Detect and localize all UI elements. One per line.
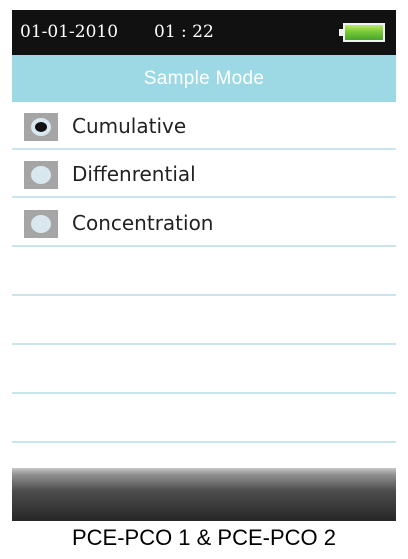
device-caption: PCE-PCO 1 & PCE-PCO 2 xyxy=(71,525,337,550)
empty-list-row xyxy=(12,248,396,296)
empty-list-row xyxy=(12,297,396,345)
radio-selected-icon[interactable] xyxy=(24,113,58,141)
option-label-diffenrential: Diffenrential xyxy=(72,162,196,186)
device-screen: 01-01-2010 01 : 22 Sample Mode Cumulativ… xyxy=(12,10,396,521)
option-label-cumulative: Cumulative xyxy=(72,114,187,138)
radio-unselected-icon[interactable] xyxy=(24,210,58,238)
option-concentration[interactable]: Concentration xyxy=(12,199,396,247)
screen-title: Sample Mode xyxy=(143,68,265,89)
option-label-concentration: Concentration xyxy=(72,211,214,235)
sample-mode-menu: Cumulative Diffenrential Concentration xyxy=(12,102,396,468)
status-bar: 01-01-2010 01 : 22 xyxy=(12,10,396,55)
bottom-bar xyxy=(12,468,396,521)
header-bar: Sample Mode xyxy=(12,55,396,102)
empty-list-row xyxy=(12,346,396,394)
option-diffenrential[interactable]: Diffenrential xyxy=(12,150,396,198)
battery-icon xyxy=(339,23,385,42)
status-date: 01-01-2010 xyxy=(20,22,119,42)
option-cumulative[interactable]: Cumulative xyxy=(12,102,396,150)
radio-unselected-icon[interactable] xyxy=(24,161,58,189)
empty-list-row xyxy=(12,444,396,468)
status-time: 01 : 22 xyxy=(154,22,214,42)
empty-list-row xyxy=(12,395,396,443)
